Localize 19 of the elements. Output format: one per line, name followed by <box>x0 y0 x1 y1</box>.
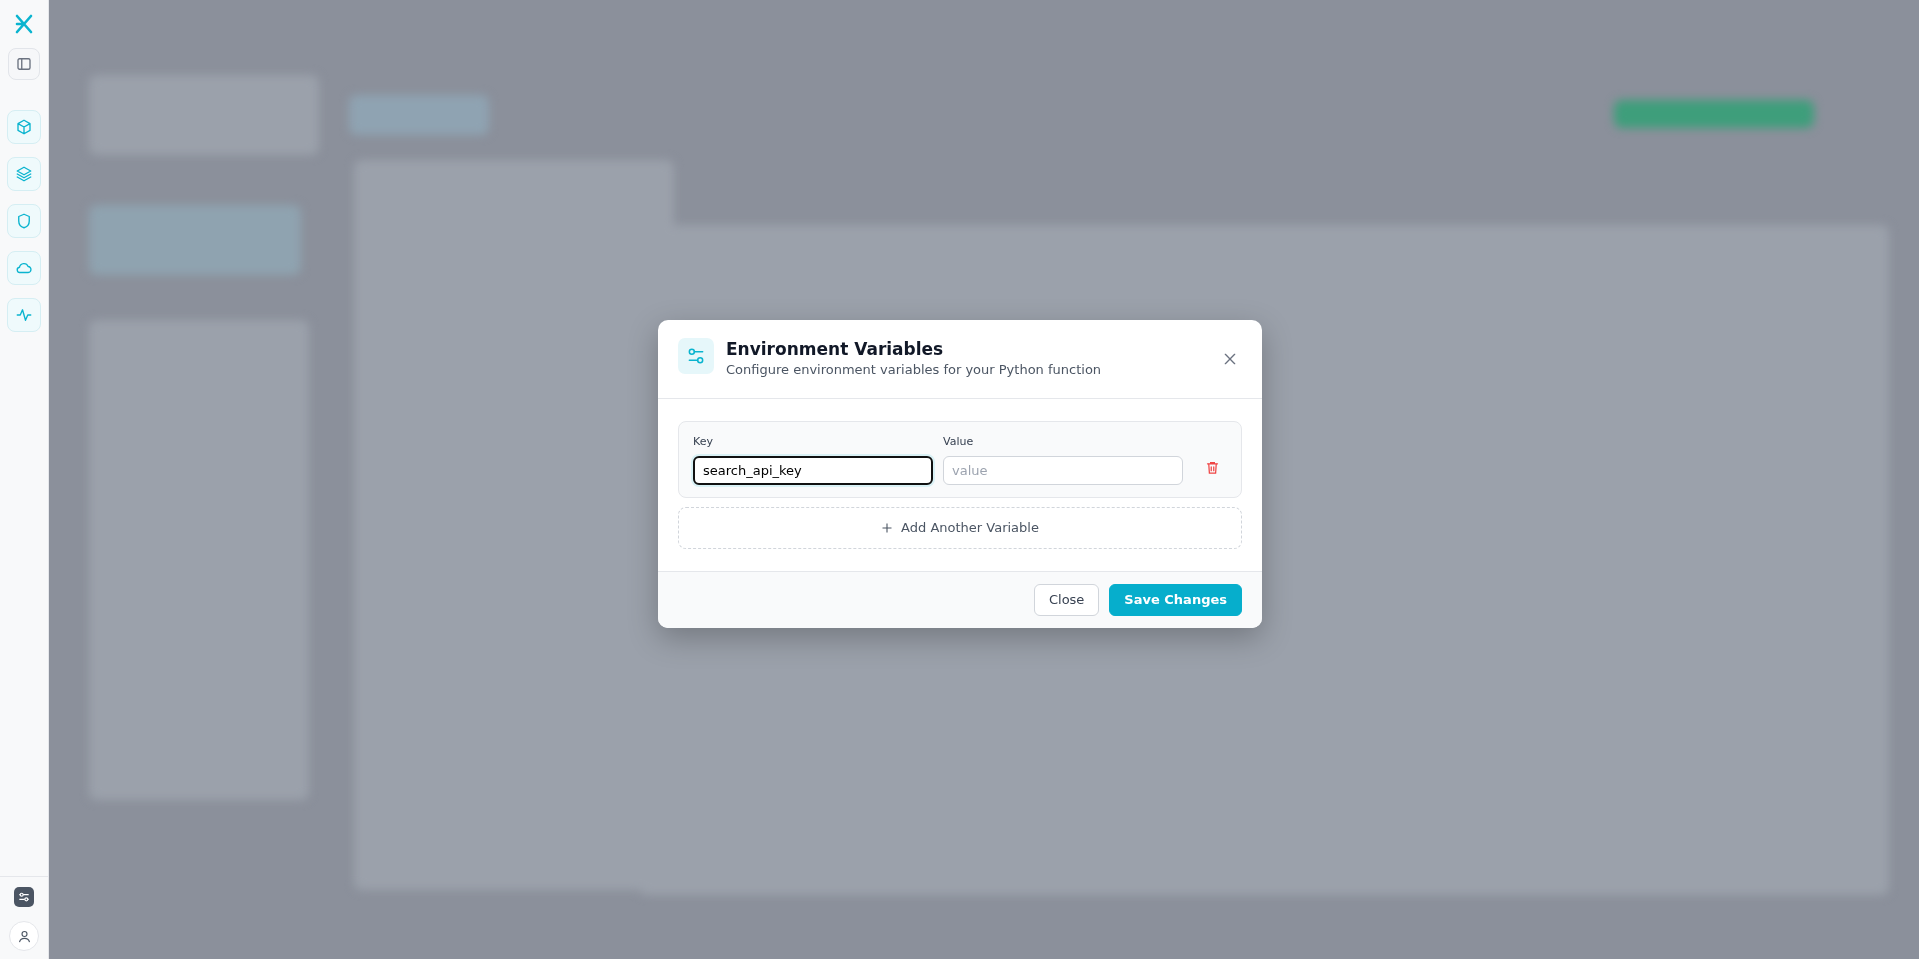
user-icon[interactable] <box>9 921 39 951</box>
key-input-field[interactable]: search_api_key <box>693 456 933 486</box>
plus-icon <box>881 522 894 535</box>
settings-sliders-icon[interactable] <box>14 887 34 907</box>
value-input-field[interactable]: value <box>943 456 1183 486</box>
pulse-icon[interactable] <box>7 298 41 332</box>
field-label: Value <box>943 433 975 450</box>
cube-icon[interactable] <box>7 110 41 144</box>
layers-icon[interactable] <box>7 157 41 191</box>
dialog-title: Environment Variables <box>726 338 945 361</box>
shield-icon[interactable] <box>7 204 41 238</box>
close-button[interactable]: Close <box>1033 584 1100 617</box>
field-label: Key <box>693 433 714 450</box>
dialog-subtitle: Configure environment variables for your Python function <box>726 361 1102 380</box>
sliders-icon <box>678 338 714 374</box>
cloud-icon[interactable] <box>7 251 41 285</box>
sidebar-toggle-icon[interactable] <box>8 48 40 80</box>
logo-icon <box>14 14 34 34</box>
add-variable-button[interactable]: Add Another Variable <box>678 507 1242 550</box>
